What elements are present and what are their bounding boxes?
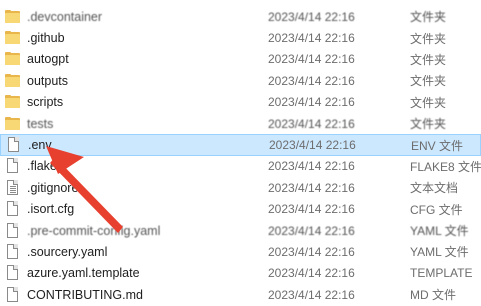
folder-icon [5, 73, 21, 88]
file-type: MD 文件 [410, 288, 456, 303]
file-date: 2023/4/14 22:16 [269, 138, 356, 153]
file-name: autogpt [27, 52, 69, 67]
file-icon [5, 222, 21, 238]
file-row-gitignore[interactable]: .gitignore 2023/4/14 22:16 文本文档 [0, 177, 481, 198]
file-row-flake8[interactable]: .flake8 2023/4/14 22:16 FLAKE8 文件 [0, 156, 481, 177]
file-date: 2023/4/14 22:16 [268, 73, 355, 88]
file-type: TEMPLATE [410, 266, 473, 281]
file-date: 2023/4/14 22:16 [268, 287, 355, 302]
file-type: CFG 文件 [410, 202, 463, 217]
file-icon [6, 137, 22, 153]
file-name: .github [27, 31, 65, 46]
file-row-scripts[interactable]: scripts 2023/4/14 22:16 文件夹 [0, 92, 481, 113]
file-date: 2023/4/14 22:16 [268, 116, 355, 131]
folder-icon [5, 95, 21, 109]
file-name: .flake8 [27, 159, 64, 174]
file-date: 2023/4/14 22:16 [268, 244, 355, 259]
folder-icon [5, 9, 21, 24]
file-type: 文件夹 [410, 52, 447, 67]
folder-icon [5, 52, 21, 66]
file-type: 文本文档 [410, 181, 459, 196]
file-name: tests [27, 116, 54, 131]
file-type: 文件夹 [410, 31, 447, 46]
file-row-devcontainer[interactable]: .devcontainer 2023/4/14 22:16 文件夹 [0, 6, 481, 27]
file-name: .sourcery.yaml [27, 244, 108, 259]
file-name: azure.yaml.template [27, 266, 140, 281]
file-type: 文件夹 [410, 10, 447, 25]
folder-icon [5, 116, 21, 131]
file-type: 文件夹 [410, 117, 447, 132]
file-date: 2023/4/14 22:16 [268, 266, 355, 281]
file-name: .isort.cfg [27, 202, 75, 217]
file-type: FLAKE8 文件 [410, 159, 481, 174]
file-type: 文件夹 [410, 74, 447, 89]
file-row-tests[interactable]: tests 2023/4/14 22:16 文件夹 [0, 113, 481, 134]
file-name: outputs [27, 73, 69, 88]
file-row-autogpt[interactable]: autogpt 2023/4/14 22:16 文件夹 [0, 49, 481, 70]
file-date: 2023/4/14 22:16 [268, 31, 355, 46]
file-row-isort-cfg[interactable]: .isort.cfg 2023/4/14 22:16 CFG 文件 [0, 199, 481, 220]
file-name: .pre-commit-config.yaml [27, 223, 161, 238]
file-date: 2023/4/14 22:16 [268, 180, 355, 195]
file-name: .gitignore [27, 180, 79, 195]
file-row-env[interactable]: .env 2023/4/14 22:16 ENV 文件 [0, 134, 481, 156]
file-name: CONTRIBUTING.md [27, 287, 143, 302]
file-icon [5, 243, 21, 259]
file-type: YAML 文件 [410, 224, 469, 239]
file-row-github[interactable]: .github 2023/4/14 22:16 文件夹 [0, 27, 481, 48]
file-date: 2023/4/14 22:16 [268, 52, 355, 67]
file-date: 2023/4/14 22:16 [268, 95, 355, 110]
file-row-pre-commit-config[interactable]: .pre-commit-config.yaml 2023/4/14 22:16 … [0, 220, 481, 241]
file-name: scripts [27, 95, 64, 110]
file-type: 文件夹 [410, 95, 447, 110]
file-icon [5, 286, 21, 302]
file-icon [5, 201, 21, 217]
file-row-contributing-md[interactable]: CONTRIBUTING.md 2023/4/14 22:16 MD 文件 [0, 284, 481, 305]
file-name: .devcontainer [27, 9, 103, 24]
file-type: YAML 文件 [410, 245, 469, 260]
file-date: 2023/4/14 22:16 [268, 159, 355, 174]
folder-icon [5, 31, 21, 45]
file-row-sourcery-yaml[interactable]: .sourcery.yaml 2023/4/14 22:16 YAML 文件 [0, 241, 481, 262]
file-type: ENV 文件 [411, 138, 464, 153]
file-icon [5, 265, 21, 281]
file-date: 2023/4/14 22:16 [268, 9, 355, 24]
file-row-outputs[interactable]: outputs 2023/4/14 22:16 文件夹 [0, 70, 481, 91]
file-icon [5, 158, 21, 174]
file-name: .env [28, 138, 52, 153]
file-date: 2023/4/14 22:16 [268, 223, 355, 238]
text-file-icon [5, 179, 21, 195]
file-date: 2023/4/14 22:16 [268, 202, 355, 217]
file-row-azure-yaml-template[interactable]: azure.yaml.template 2023/4/14 22:16 TEMP… [0, 263, 481, 284]
file-list: .devcontainer 2023/4/14 22:16 文件夹 .githu… [0, 0, 481, 302]
